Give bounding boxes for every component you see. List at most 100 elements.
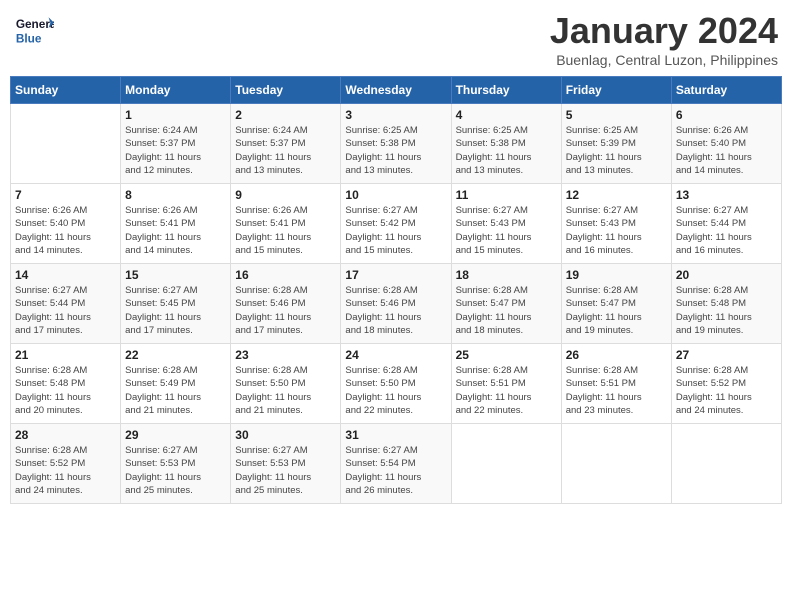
day-number: 8	[125, 188, 226, 202]
day-number: 17	[345, 268, 446, 282]
day-info: Sunrise: 6:27 AM Sunset: 5:45 PM Dayligh…	[125, 284, 226, 337]
calendar-body: 1Sunrise: 6:24 AM Sunset: 5:37 PM Daylig…	[11, 104, 782, 504]
day-number: 30	[235, 428, 336, 442]
weekday-header-cell: Friday	[561, 77, 671, 104]
calendar-cell: 1Sunrise: 6:24 AM Sunset: 5:37 PM Daylig…	[121, 104, 231, 184]
day-number: 21	[15, 348, 116, 362]
day-info: Sunrise: 6:24 AM Sunset: 5:37 PM Dayligh…	[125, 124, 226, 177]
day-number: 15	[125, 268, 226, 282]
day-number: 7	[15, 188, 116, 202]
calendar-table: SundayMondayTuesdayWednesdayThursdayFrid…	[10, 76, 782, 504]
day-info: Sunrise: 6:27 AM Sunset: 5:43 PM Dayligh…	[456, 204, 557, 257]
day-number: 28	[15, 428, 116, 442]
day-info: Sunrise: 6:24 AM Sunset: 5:37 PM Dayligh…	[235, 124, 336, 177]
day-number: 20	[676, 268, 777, 282]
calendar-cell: 4 Sunrise: 6:25 AM Sunset: 5:38 PM Daylig…	[451, 104, 561, 184]
weekday-header-cell: Monday	[121, 77, 231, 104]
calendar-cell: 26 Sunrise: 6:28 AM Sunset: 5:51 PM Dayli…	[561, 344, 671, 424]
day-info: Sunrise: 6:26 AM Sunset: 5:40 PM Dayligh…	[15, 204, 116, 257]
day-info: Sunrise: 6:25 AM Sunset: 5:38 PM Dayligh…	[345, 124, 446, 177]
day-number: 27	[676, 348, 777, 362]
calendar-cell: 19Sunrise: 6:28 AM Sunset: 5:47 PM Dayli…	[561, 264, 671, 344]
day-number: 18	[456, 268, 557, 282]
day-info: Sunrise: 6:28 AM Sunset: 5:52 PM Dayligh…	[15, 444, 116, 497]
calendar-cell: 25 Sunrise: 6:28 AM Sunset: 5:51 PM Dayli…	[451, 344, 561, 424]
day-number: 23	[235, 348, 336, 362]
weekday-header-cell: Saturday	[671, 77, 781, 104]
day-info: Sunrise: 6:26 AM Sunset: 5:40 PM Dayligh…	[676, 124, 777, 177]
day-info: Sunrise: 6:25 AM Sunset: 5:38 PM Dayligh…	[456, 124, 557, 177]
location-subtitle: Buenlag, Central Luzon, Philippines	[550, 52, 778, 68]
day-number: 13	[676, 188, 777, 202]
calendar-cell: 8 Sunrise: 6:26 AM Sunset: 5:41 PM Daylig…	[121, 184, 231, 264]
month-title: January 2024	[550, 10, 778, 52]
day-info: Sunrise: 6:26 AM Sunset: 5:41 PM Dayligh…	[125, 204, 226, 257]
calendar-cell: 5 Sunrise: 6:25 AM Sunset: 5:39 PM Daylig…	[561, 104, 671, 184]
calendar-cell: 13 Sunrise: 6:27 AM Sunset: 5:44 PM Dayli…	[671, 184, 781, 264]
day-number: 22	[125, 348, 226, 362]
day-number: 31	[345, 428, 446, 442]
calendar-cell: 17 Sunrise: 6:28 AM Sunset: 5:46 PM Dayli…	[341, 264, 451, 344]
calendar-cell: 16 Sunrise: 6:28 AM Sunset: 5:46 PM Dayli…	[231, 264, 341, 344]
day-number: 2	[235, 108, 336, 122]
day-number: 24	[345, 348, 446, 362]
day-info: Sunrise: 6:28 AM Sunset: 5:51 PM Dayligh…	[456, 364, 557, 417]
day-info: Sunrise: 6:27 AM Sunset: 5:43 PM Dayligh…	[566, 204, 667, 257]
day-number: 25	[456, 348, 557, 362]
day-info: Sunrise: 6:27 AM Sunset: 5:54 PM Dayligh…	[345, 444, 446, 497]
day-info: Sunrise: 6:28 AM Sunset: 5:51 PM Dayligh…	[566, 364, 667, 417]
day-info: Sunrise: 6:25 AM Sunset: 5:39 PM Dayligh…	[566, 124, 667, 177]
title-block: January 2024 Buenlag, Central Luzon, Phi…	[550, 10, 778, 68]
day-info: Sunrise: 6:28 AM Sunset: 5:46 PM Dayligh…	[345, 284, 446, 337]
day-info: Sunrise: 6:28 AM Sunset: 5:49 PM Dayligh…	[125, 364, 226, 417]
calendar-cell: 6 Sunrise: 6:26 AM Sunset: 5:40 PM Daylig…	[671, 104, 781, 184]
calendar-week-row: 28 Sunrise: 6:28 AM Sunset: 5:52 PM Dayli…	[11, 424, 782, 504]
day-info: Sunrise: 6:26 AM Sunset: 5:41 PM Dayligh…	[235, 204, 336, 257]
day-number: 11	[456, 188, 557, 202]
day-number: 26	[566, 348, 667, 362]
calendar-cell: 31 Sunrise: 6:27 AM Sunset: 5:54 PM Dayli…	[341, 424, 451, 504]
calendar-cell	[561, 424, 671, 504]
calendar-cell: 27Sunrise: 6:28 AM Sunset: 5:52 PM Dayli…	[671, 344, 781, 424]
day-number: 10	[345, 188, 446, 202]
day-number: 4	[456, 108, 557, 122]
day-info: Sunrise: 6:28 AM Sunset: 5:46 PM Dayligh…	[235, 284, 336, 337]
day-info: Sunrise: 6:27 AM Sunset: 5:44 PM Dayligh…	[676, 204, 777, 257]
calendar-cell: 29 Sunrise: 6:27 AM Sunset: 5:53 PM Dayli…	[121, 424, 231, 504]
day-info: Sunrise: 6:27 AM Sunset: 5:42 PM Dayligh…	[345, 204, 446, 257]
calendar-cell: 7 Sunrise: 6:26 AM Sunset: 5:40 PM Daylig…	[11, 184, 121, 264]
day-info: Sunrise: 6:28 AM Sunset: 5:50 PM Dayligh…	[235, 364, 336, 417]
calendar-cell: 11 Sunrise: 6:27 AM Sunset: 5:43 PM Dayli…	[451, 184, 561, 264]
day-info: Sunrise: 6:28 AM Sunset: 5:50 PM Dayligh…	[345, 364, 446, 417]
day-info: Sunrise: 6:27 AM Sunset: 5:53 PM Dayligh…	[125, 444, 226, 497]
svg-text:General: General	[16, 17, 54, 31]
day-info: Sunrise: 6:27 AM Sunset: 5:53 PM Dayligh…	[235, 444, 336, 497]
calendar-week-row: 14 Sunrise: 6:27 AM Sunset: 5:44 PM Dayli…	[11, 264, 782, 344]
calendar-cell: 23 Sunrise: 6:28 AM Sunset: 5:50 PM Dayli…	[231, 344, 341, 424]
day-info: Sunrise: 6:28 AM Sunset: 5:48 PM Dayligh…	[676, 284, 777, 337]
calendar-cell: 18 Sunrise: 6:28 AM Sunset: 5:47 PM Dayli…	[451, 264, 561, 344]
day-info: Sunrise: 6:28 AM Sunset: 5:48 PM Dayligh…	[15, 364, 116, 417]
calendar-week-row: 7 Sunrise: 6:26 AM Sunset: 5:40 PM Daylig…	[11, 184, 782, 264]
calendar-cell: 3 Sunrise: 6:25 AM Sunset: 5:38 PM Daylig…	[341, 104, 451, 184]
logo: General Blue General Blue	[14, 10, 58, 50]
calendar-cell: 10 Sunrise: 6:27 AM Sunset: 5:42 PM Dayli…	[341, 184, 451, 264]
day-info: Sunrise: 6:28 AM Sunset: 5:47 PM Dayligh…	[456, 284, 557, 337]
calendar-cell: 24 Sunrise: 6:28 AM Sunset: 5:50 PM Dayli…	[341, 344, 451, 424]
day-number: 6	[676, 108, 777, 122]
day-number: 16	[235, 268, 336, 282]
calendar-cell: 15 Sunrise: 6:27 AM Sunset: 5:45 PM Dayli…	[121, 264, 231, 344]
day-number: 12	[566, 188, 667, 202]
day-info: Sunrise: 6:28 AM Sunset: 5:47 PM Dayligh…	[566, 284, 667, 337]
day-number: 29	[125, 428, 226, 442]
weekday-header-cell: Thursday	[451, 77, 561, 104]
page-header: General Blue General Blue January 2024 B…	[10, 10, 782, 68]
day-number: 14	[15, 268, 116, 282]
weekday-header-cell: Tuesday	[231, 77, 341, 104]
calendar-cell	[671, 424, 781, 504]
logo-icon: General Blue	[14, 10, 54, 50]
day-number: 5	[566, 108, 667, 122]
day-number: 9	[235, 188, 336, 202]
day-info: Sunrise: 6:27 AM Sunset: 5:44 PM Dayligh…	[15, 284, 116, 337]
day-number: 3	[345, 108, 446, 122]
